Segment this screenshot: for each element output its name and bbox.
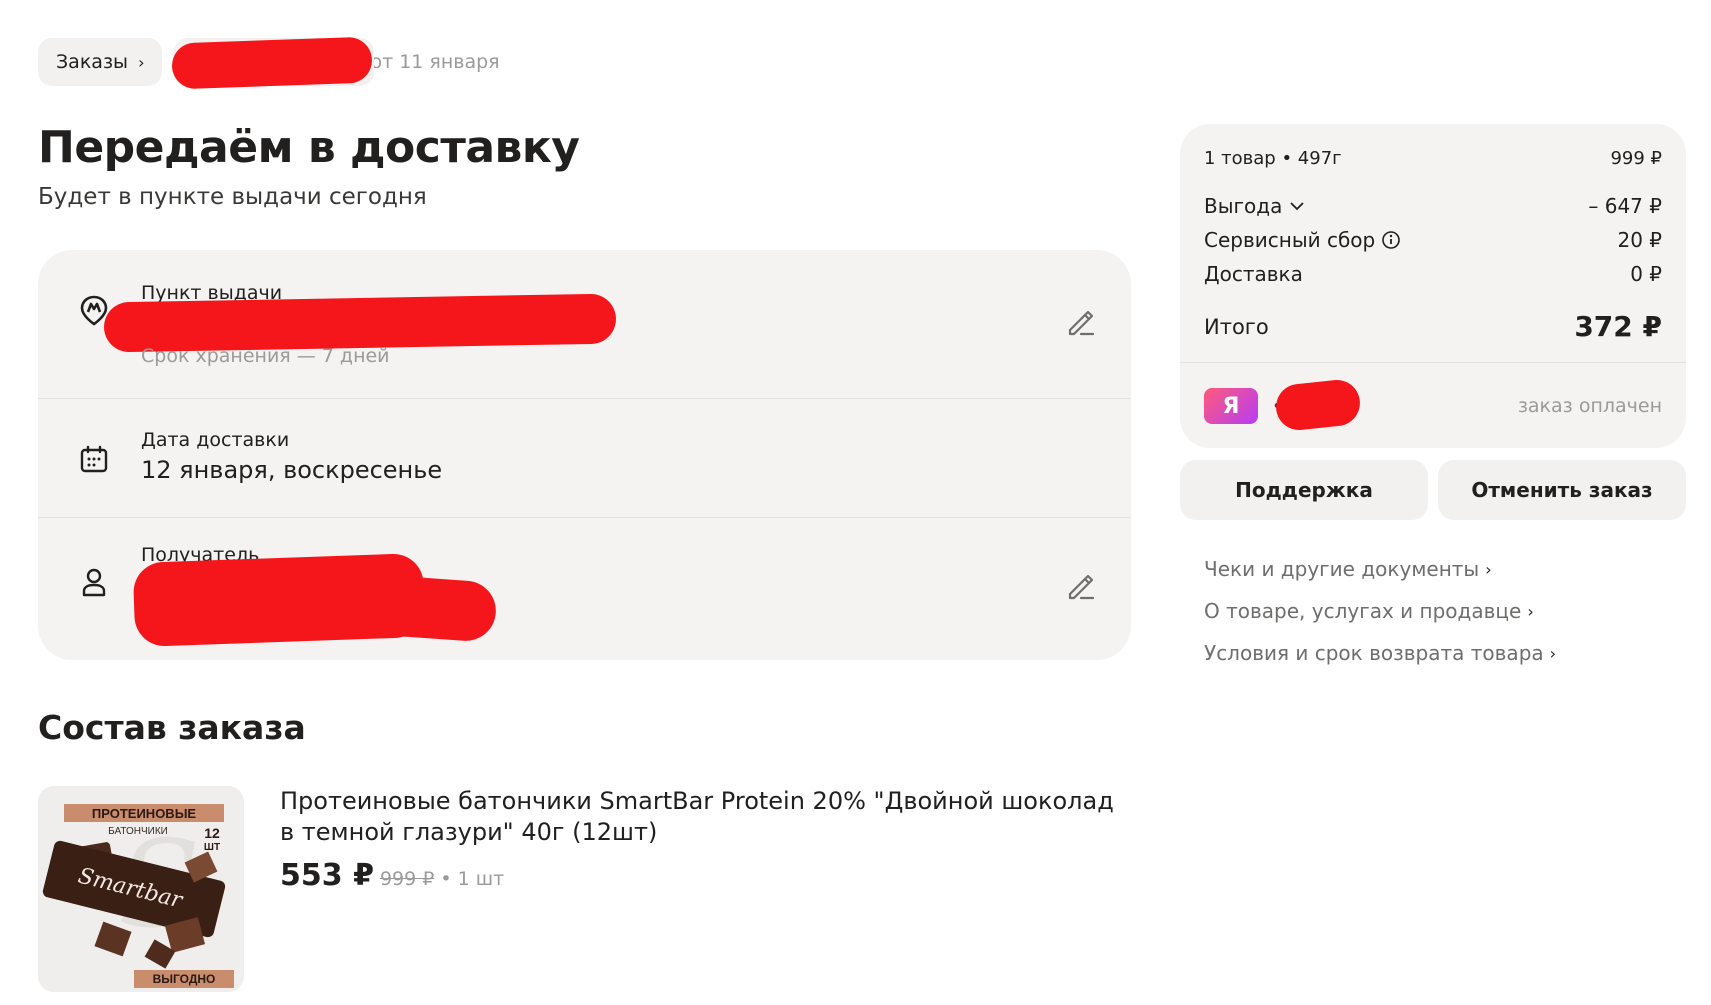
documents-link-label: Чеки и другие документы bbox=[1204, 557, 1480, 581]
chevron-right-icon: › bbox=[1527, 601, 1534, 621]
product-image[interactable]: S ПРОТЕИНОВЫЕ БАТОНЧИКИ 12 ШТ Smartbar В… bbox=[38, 786, 244, 992]
redaction-mark bbox=[1273, 377, 1363, 433]
pencil-icon bbox=[1068, 574, 1095, 600]
pickup-point-row[interactable]: Пункт выдачи Срок хранения — 7 дней bbox=[38, 250, 1131, 398]
chevron-right-icon: › bbox=[138, 52, 145, 72]
delivery-info-card: Пункт выдачи Срок хранения — 7 дней Дата… bbox=[38, 250, 1131, 660]
order-date-text: от 11 января bbox=[370, 51, 500, 73]
svg-text:ВЫГОДНО: ВЫГОДНО bbox=[153, 972, 216, 986]
summary-goods-row: 1 товар • 497г 999 ₽ bbox=[1204, 148, 1662, 169]
product-price: 553 ₽ bbox=[280, 858, 374, 893]
summary-service-fee-value: 20 ₽ bbox=[1617, 228, 1662, 252]
support-button[interactable]: Поддержка bbox=[1180, 460, 1428, 520]
summary-service-fee-label: Сервисный сбор bbox=[1204, 228, 1376, 252]
recipient-row[interactable]: Получатель bbox=[38, 518, 1131, 660]
summary-goods-value: 999 ₽ bbox=[1610, 148, 1662, 169]
summary-delivery-row: Доставка 0 ₽ bbox=[1204, 262, 1662, 286]
summary-goods-label: 1 товар • 497г bbox=[1204, 148, 1342, 169]
documents-link[interactable]: Чеки и другие документы › bbox=[1204, 548, 1556, 590]
chevron-right-icon: › bbox=[1485, 559, 1492, 579]
delivery-status-subtitle: Будет в пункте выдачи сегодня bbox=[38, 184, 427, 210]
svg-text:12: 12 bbox=[204, 825, 220, 841]
return-policy-link[interactable]: Условия и срок возврата товара › bbox=[1204, 632, 1556, 674]
pencil-icon bbox=[1068, 310, 1095, 336]
breadcrumb-orders-label: Заказы bbox=[56, 51, 129, 73]
summary-benefit-row[interactable]: Выгода – 647 ₽ bbox=[1204, 194, 1662, 218]
edit-pickup-button[interactable] bbox=[1061, 302, 1101, 342]
svg-text:ШТ: ШТ bbox=[204, 842, 220, 853]
chevron-down-icon bbox=[1290, 202, 1304, 211]
svg-text:БАТОНЧИКИ: БАТОНЧИКИ bbox=[108, 826, 168, 837]
payment-status: заказ оплачен bbox=[1517, 395, 1662, 417]
edit-recipient-button[interactable] bbox=[1061, 566, 1101, 606]
product-name-link[interactable]: Протеиновые батончики SmartBar Protein 2… bbox=[280, 786, 1130, 848]
breadcrumb: Заказы › от 11 января bbox=[38, 36, 500, 90]
order-summary-card: 1 товар • 497г 999 ₽ Выгода – 647 ₽ Серв… bbox=[1180, 124, 1686, 448]
return-policy-label: Условия и срок возврата товара bbox=[1204, 641, 1544, 665]
order-composition-title: Состав заказа bbox=[38, 708, 306, 747]
product-image-text-top: ПРОТЕИНОВЫЕ bbox=[92, 806, 197, 821]
cancel-order-button[interactable]: Отменить заказ bbox=[1438, 460, 1686, 520]
product-seller-info-label: О товаре, услугах и продавце bbox=[1204, 599, 1522, 623]
summary-benefit-label: Выгода bbox=[1204, 194, 1283, 218]
order-links: Чеки и другие документы › О товаре, услу… bbox=[1204, 548, 1556, 674]
info-icon[interactable] bbox=[1381, 230, 1401, 250]
order-actions: Поддержка Отменить заказ bbox=[1180, 460, 1686, 520]
summary-total-value: 372 ₽ bbox=[1574, 310, 1662, 343]
breadcrumb-order-number[interactable] bbox=[171, 36, 375, 90]
payment-row: Я •• заказ оплачен bbox=[1204, 377, 1662, 433]
summary-benefit-value: – 647 ₽ bbox=[1588, 194, 1662, 218]
product-seller-info-link[interactable]: О товаре, услугах и продавце › bbox=[1204, 590, 1556, 632]
divider bbox=[1180, 362, 1686, 363]
redaction-mark bbox=[171, 36, 374, 90]
summary-service-fee-row: Сервисный сбор 20 ₽ bbox=[1204, 228, 1662, 252]
chevron-right-icon: › bbox=[1549, 643, 1557, 663]
redaction-mark bbox=[103, 293, 617, 353]
person-icon bbox=[74, 562, 114, 602]
summary-delivery-value: 0 ₽ bbox=[1630, 262, 1662, 286]
product-price-line: 553 ₽ 999 ₽ • 1 шт bbox=[280, 858, 504, 893]
product-quantity: • 1 шт bbox=[440, 868, 505, 890]
summary-total-label: Итого bbox=[1204, 314, 1269, 339]
breadcrumb-orders-link[interactable]: Заказы › bbox=[38, 38, 163, 86]
yandex-pay-icon: Я bbox=[1204, 388, 1258, 424]
delivery-date-label: Дата доставки bbox=[141, 429, 290, 451]
calendar-icon bbox=[74, 439, 114, 479]
summary-total-row: Итого 372 ₽ bbox=[1204, 310, 1662, 343]
delivery-date-row: Дата доставки 12 января, воскресенье bbox=[38, 399, 1131, 517]
page-title: Передаём в доставку bbox=[38, 122, 580, 173]
delivery-date-value: 12 января, воскресенье bbox=[141, 456, 443, 484]
summary-delivery-label: Доставка bbox=[1204, 262, 1303, 286]
storage-period-text: Срок хранения — 7 дней bbox=[141, 345, 390, 367]
product-old-price: 999 ₽ bbox=[379, 868, 435, 890]
